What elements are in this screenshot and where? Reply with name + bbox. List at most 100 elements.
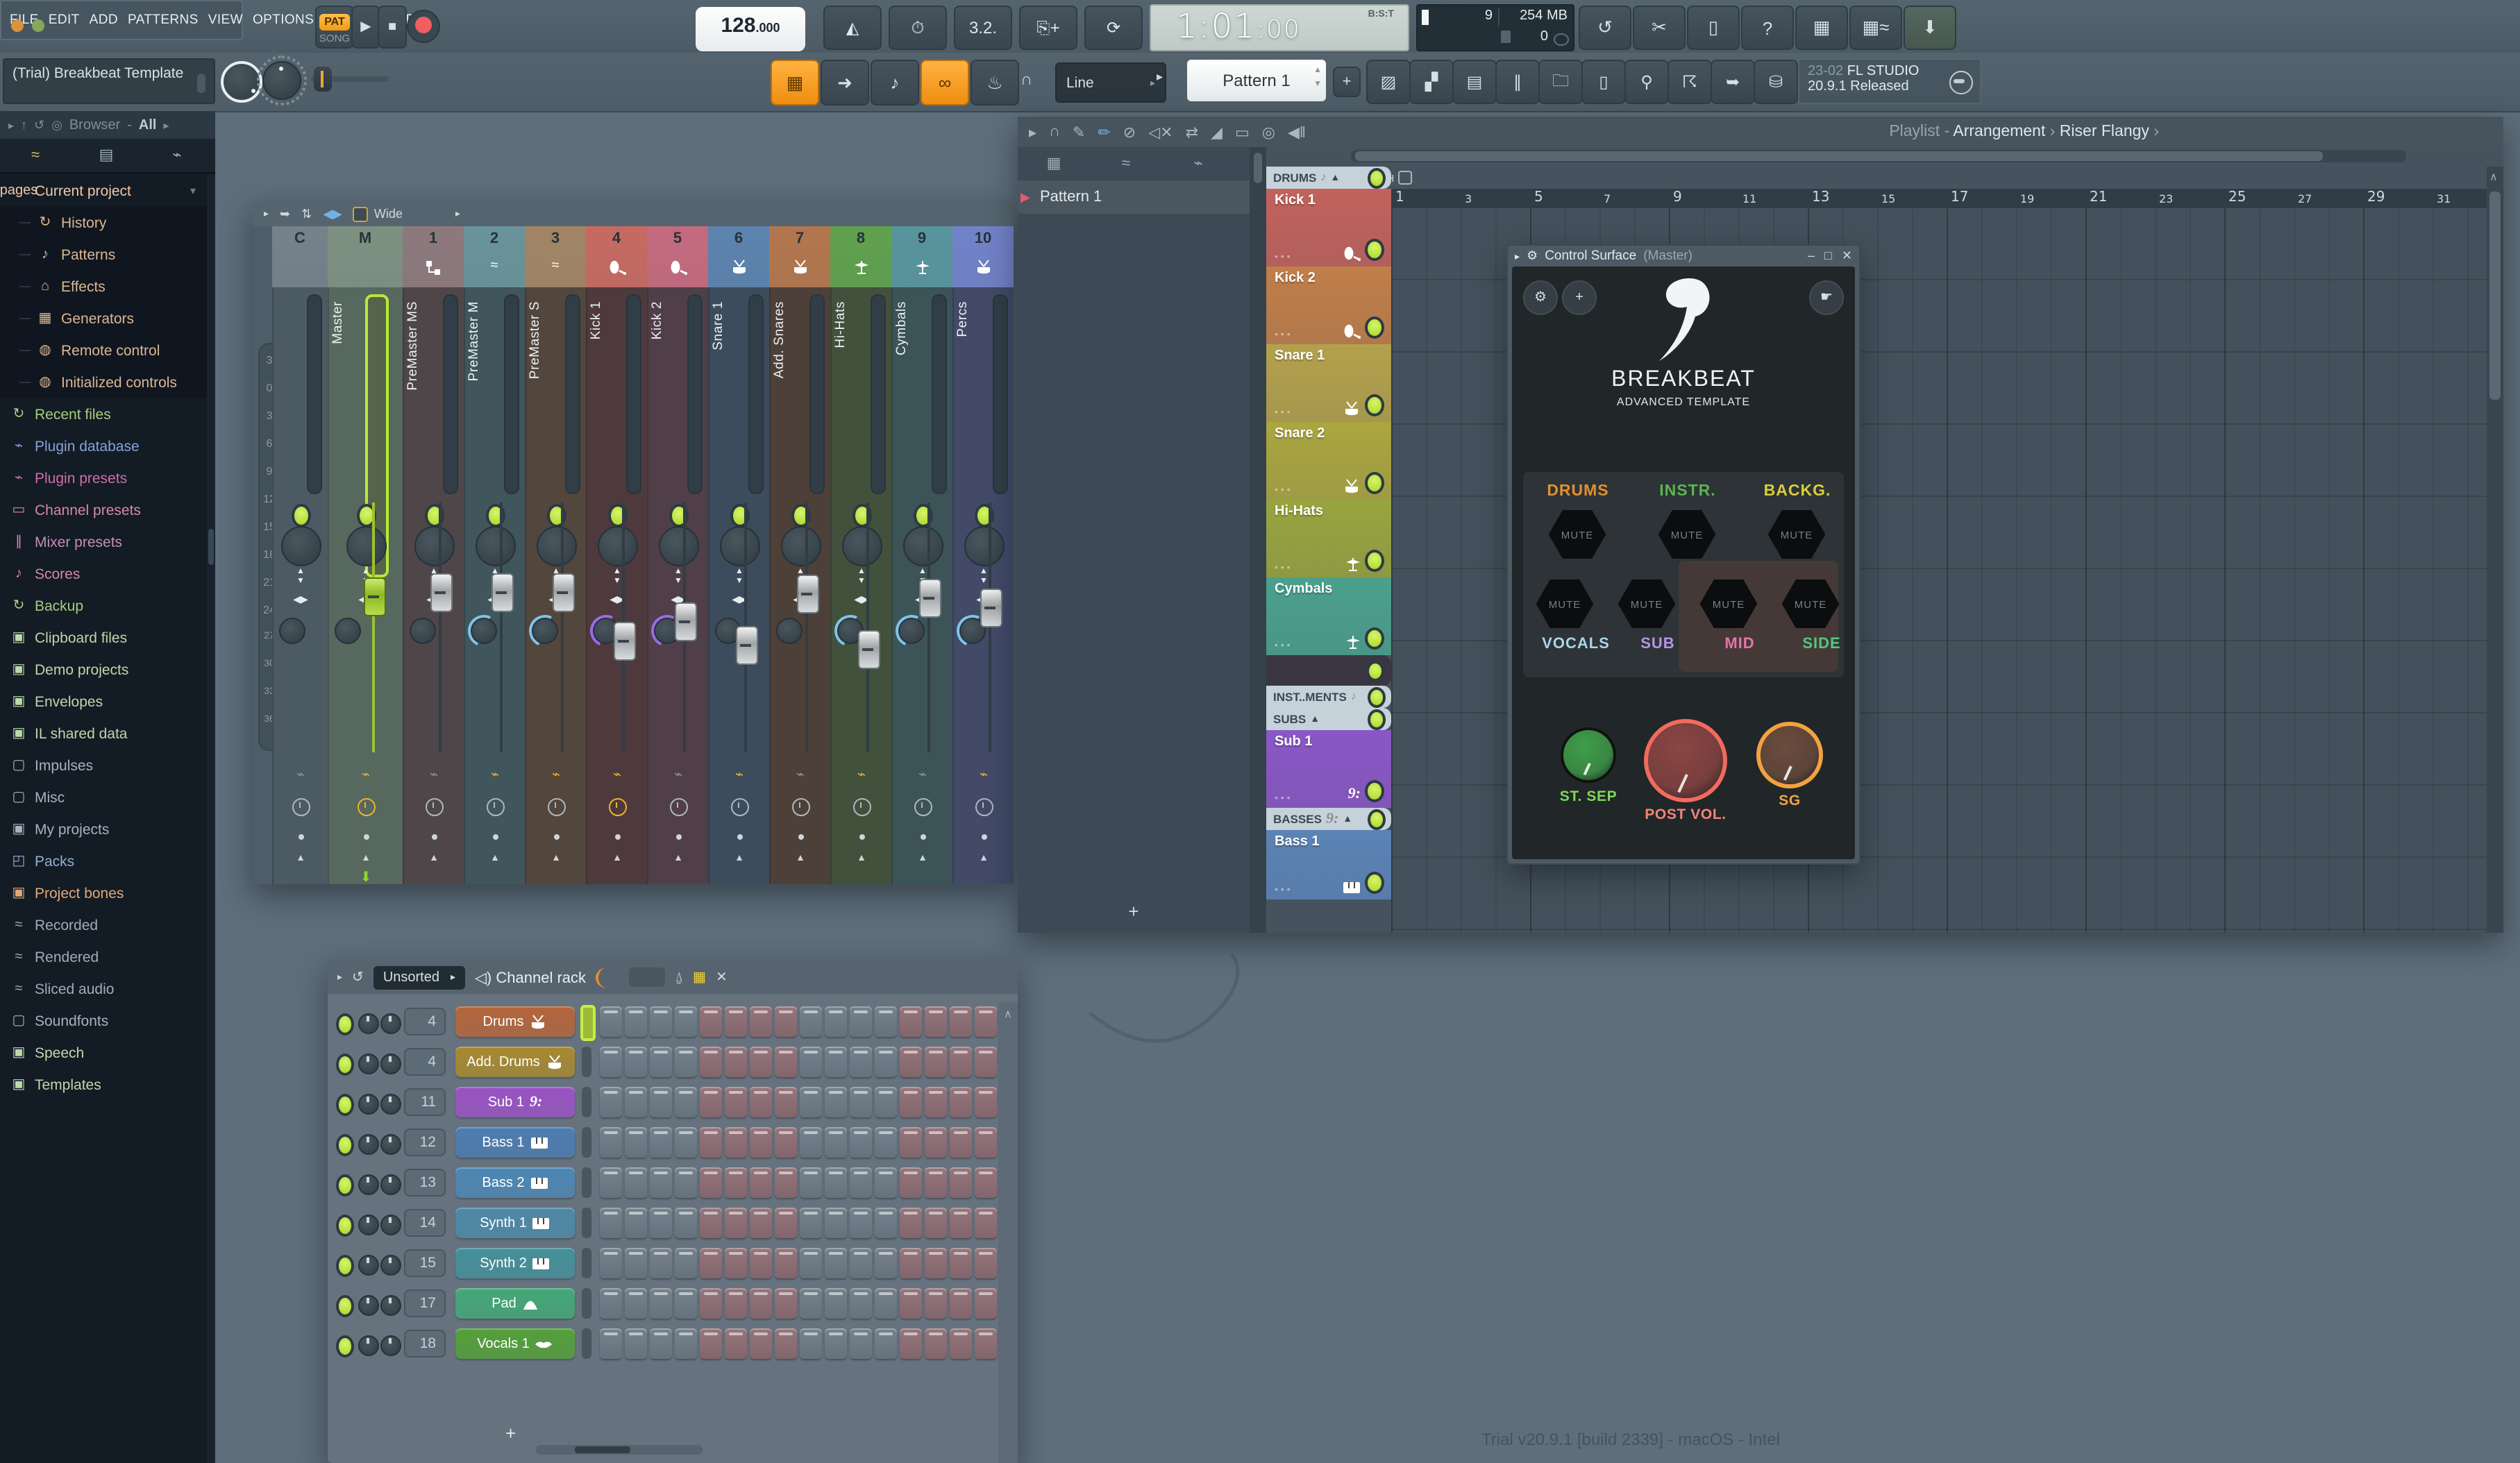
step-cell[interactable] [600,1288,622,1319]
project-info-button[interactable]: ▯ [1581,60,1626,104]
step-cell[interactable] [600,1328,622,1359]
step-cell[interactable] [650,1208,672,1238]
step-cell[interactable] [625,1328,647,1359]
step-cell[interactable] [750,1047,772,1077]
fader-handle[interactable] [675,603,697,642]
samples-tab[interactable]: ≈ [0,148,71,163]
strip-collapse-icon[interactable]: ▲ [796,854,805,863]
browser-item-generators[interactable]: ▦Generators [0,303,207,335]
cs-channel-mute-button[interactable]: MUTE [1534,577,1595,630]
step-cell[interactable] [725,1248,747,1278]
channel-selector[interactable] [582,1167,591,1198]
channel-enable-led[interactable] [336,1215,354,1237]
step-cell[interactable] [850,1006,872,1037]
menu-edit[interactable]: EDIT [49,12,80,28]
cs-maximize-button[interactable]: □ [1824,248,1832,264]
strip-collapse-icon[interactable]: ▲ [734,854,744,863]
paint-tool-icon[interactable]: ✏ [1098,123,1110,141]
step-cell[interactable] [850,1288,872,1319]
step-cell[interactable] [675,1006,697,1037]
rack-graph-editor-icon[interactable]: ⍙ [675,970,683,985]
step-cell[interactable] [950,1288,972,1319]
channel-target-number[interactable]: 12 [404,1128,446,1156]
channel-volume-knob[interactable] [380,1295,401,1316]
strip-clock-icon[interactable] [292,798,310,816]
channel-button[interactable]: Add. Drums [455,1047,575,1077]
channel-volume-knob[interactable] [380,1255,401,1276]
step-cell[interactable] [950,1167,972,1198]
group-collapse-icon[interactable]: ▲ [1343,814,1352,824]
browser-item-packs[interactable]: ◰Packs [0,845,207,877]
playlist-group-subs[interactable]: SUBS▲ [1266,708,1391,730]
strip-stereo-knob[interactable] [475,526,515,566]
browser-item-scores[interactable]: ♪Scores [0,558,207,590]
strip-pan-icon[interactable]: ◀▶ [293,595,308,607]
strip-stereo-knob[interactable] [658,526,698,566]
step-cell[interactable] [775,1288,797,1319]
channel-rack-window-button[interactable]: ▤ [1452,60,1497,104]
step-cell[interactable] [775,1248,797,1278]
strip-updown-icon[interactable]: ▲▼ [980,568,988,587]
channel-selector[interactable] [582,1328,591,1359]
browser-header[interactable]: ▸↑↺◎ Browser -All ▸ [0,111,215,139]
step-cell[interactable] [600,1047,622,1077]
menu-view[interactable]: VIEW [208,12,243,28]
rack-menu-icon[interactable]: ▸ [337,972,342,983]
step-edit-toggle[interactable]: ➜ [821,60,869,105]
strip-fader[interactable] [744,502,747,752]
strip-fx-icon[interactable]: ⌁ [857,768,866,783]
channel-enable-led[interactable] [336,1054,354,1076]
step-cell[interactable] [950,1087,972,1117]
track-options-dots[interactable]: • • • [1275,408,1291,418]
fader-handle[interactable] [363,577,385,616]
strip-stereo-knob[interactable] [902,526,943,566]
step-cell[interactable] [900,1127,922,1158]
step-cell[interactable] [625,1167,647,1198]
step-cell[interactable] [775,1087,797,1117]
step-cell[interactable] [725,1167,747,1198]
delete-tool-icon[interactable]: ⊘ [1123,123,1136,141]
control-surface-titlebar[interactable]: ▸ ⚙ Control Surface (Master) – □ ✕ [1508,246,1859,267]
mixer-view-arrow-icon[interactable]: ▸ [455,208,460,219]
channel-enable-led[interactable] [336,1255,354,1277]
add-pattern-picker-button[interactable]: + [1128,901,1139,922]
step-cell[interactable] [750,1328,772,1359]
piano-roll-window-button[interactable]: ▞ [1409,60,1454,104]
strip-fader[interactable] [371,502,374,752]
undo-button[interactable]: ↺ [1579,6,1631,50]
step-cell[interactable] [825,1047,847,1077]
step-cell[interactable] [900,1328,922,1359]
menu-options[interactable]: OPTIONS [253,12,314,28]
fader-handle[interactable] [736,627,758,666]
track-led[interactable] [1365,239,1384,261]
playlist-breadcrumb[interactable]: Playlist - Arrangement › Riser Flangy › [1889,124,2159,140]
stop-button[interactable]: ■ [378,6,407,49]
fader-handle[interactable] [980,588,1002,627]
step-cell[interactable] [825,1328,847,1359]
step-cell[interactable] [625,1248,647,1278]
step-cell[interactable] [875,1208,897,1238]
browser-item-templates[interactable]: ▣Templates [0,1069,207,1101]
step-cell[interactable] [875,1087,897,1117]
strip-stereo-knob[interactable] [280,526,321,566]
strip-fx-icon[interactable]: ⌁ [362,768,370,783]
step-cell[interactable] [700,1087,722,1117]
step-cell[interactable] [600,1248,622,1278]
step-cell[interactable] [975,1006,997,1037]
strip-updown-icon[interactable]: ▲▼ [735,568,744,587]
browser-item-mixer-presets[interactable]: ∥Mixer presets [0,526,207,558]
step-cell[interactable] [675,1208,697,1238]
step-cell[interactable] [850,1127,872,1158]
channel-button[interactable]: Sub 19: [455,1087,575,1117]
pattern-selector[interactable]: Pattern 1 ▲▼ [1187,60,1326,101]
channel-button[interactable]: Pad [455,1288,575,1319]
channel-enable-led[interactable] [336,1295,354,1317]
channel-target-number[interactable]: 11 [404,1088,446,1116]
playlist-track-snare-1[interactable]: Snare 1• • • [1266,344,1391,422]
step-cell[interactable] [700,1006,722,1037]
step-cell[interactable] [650,1127,672,1158]
shop-button[interactable]: ⛁ [1754,60,1798,104]
step-cell[interactable] [925,1248,947,1278]
strip-updown-icon[interactable]: ▲▼ [613,568,621,587]
step-cell[interactable] [875,1047,897,1077]
